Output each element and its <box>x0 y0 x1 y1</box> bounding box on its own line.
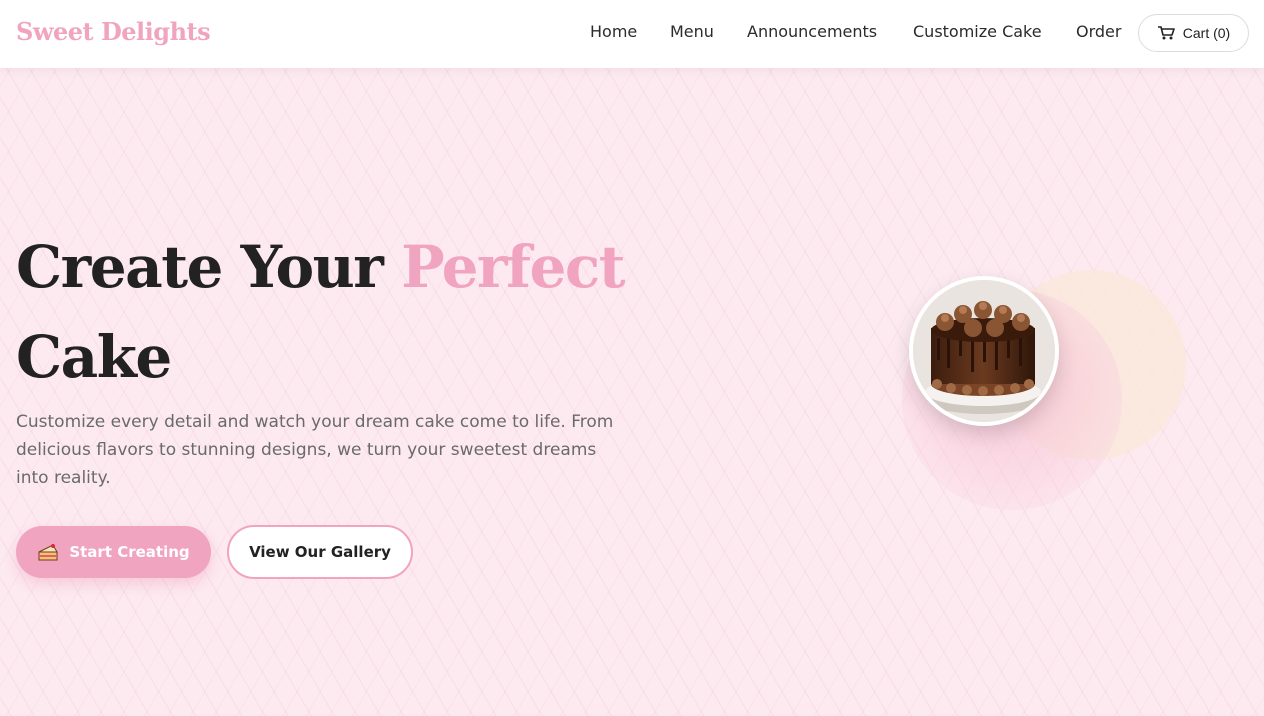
view-gallery-label: View Our Gallery <box>249 543 391 561</box>
cart-label: Cart (0) <box>1182 25 1231 41</box>
navbar: Sweet Delights Home Menu Announcements C… <box>0 0 1264 68</box>
chocolate-cake-illustration <box>913 280 1055 422</box>
view-gallery-button[interactable]: View Our Gallery <box>227 525 413 579</box>
nav-link-home[interactable]: Home <box>590 22 637 41</box>
nav-link-customize-cake[interactable]: Customize Cake <box>913 22 1042 41</box>
start-creating-button[interactable]: Start Creating <box>16 526 211 578</box>
hero-title-part2: Cake <box>16 323 172 391</box>
chocolate-cake-image <box>909 276 1059 426</box>
cake-slice-icon <box>38 544 59 561</box>
nav-link-order[interactable]: Order <box>1076 22 1121 41</box>
hero-title: Create Your Perfect Cake <box>16 222 636 402</box>
nav-link-menu[interactable]: Menu <box>670 22 714 41</box>
nav-links: Home Menu Announcements Customize Cake O… <box>0 22 1264 46</box>
cart-button[interactable]: Cart (0) <box>1138 14 1249 52</box>
hero-title-accent: Perfect <box>401 233 625 301</box>
nav-link-announcements[interactable]: Announcements <box>747 22 877 41</box>
hero-description: Customize every detail and watch your dr… <box>16 412 614 488</box>
hero-title-part1: Create Your <box>16 233 402 301</box>
start-creating-label: Start Creating <box>69 543 190 561</box>
cart-icon <box>1157 26 1175 40</box>
